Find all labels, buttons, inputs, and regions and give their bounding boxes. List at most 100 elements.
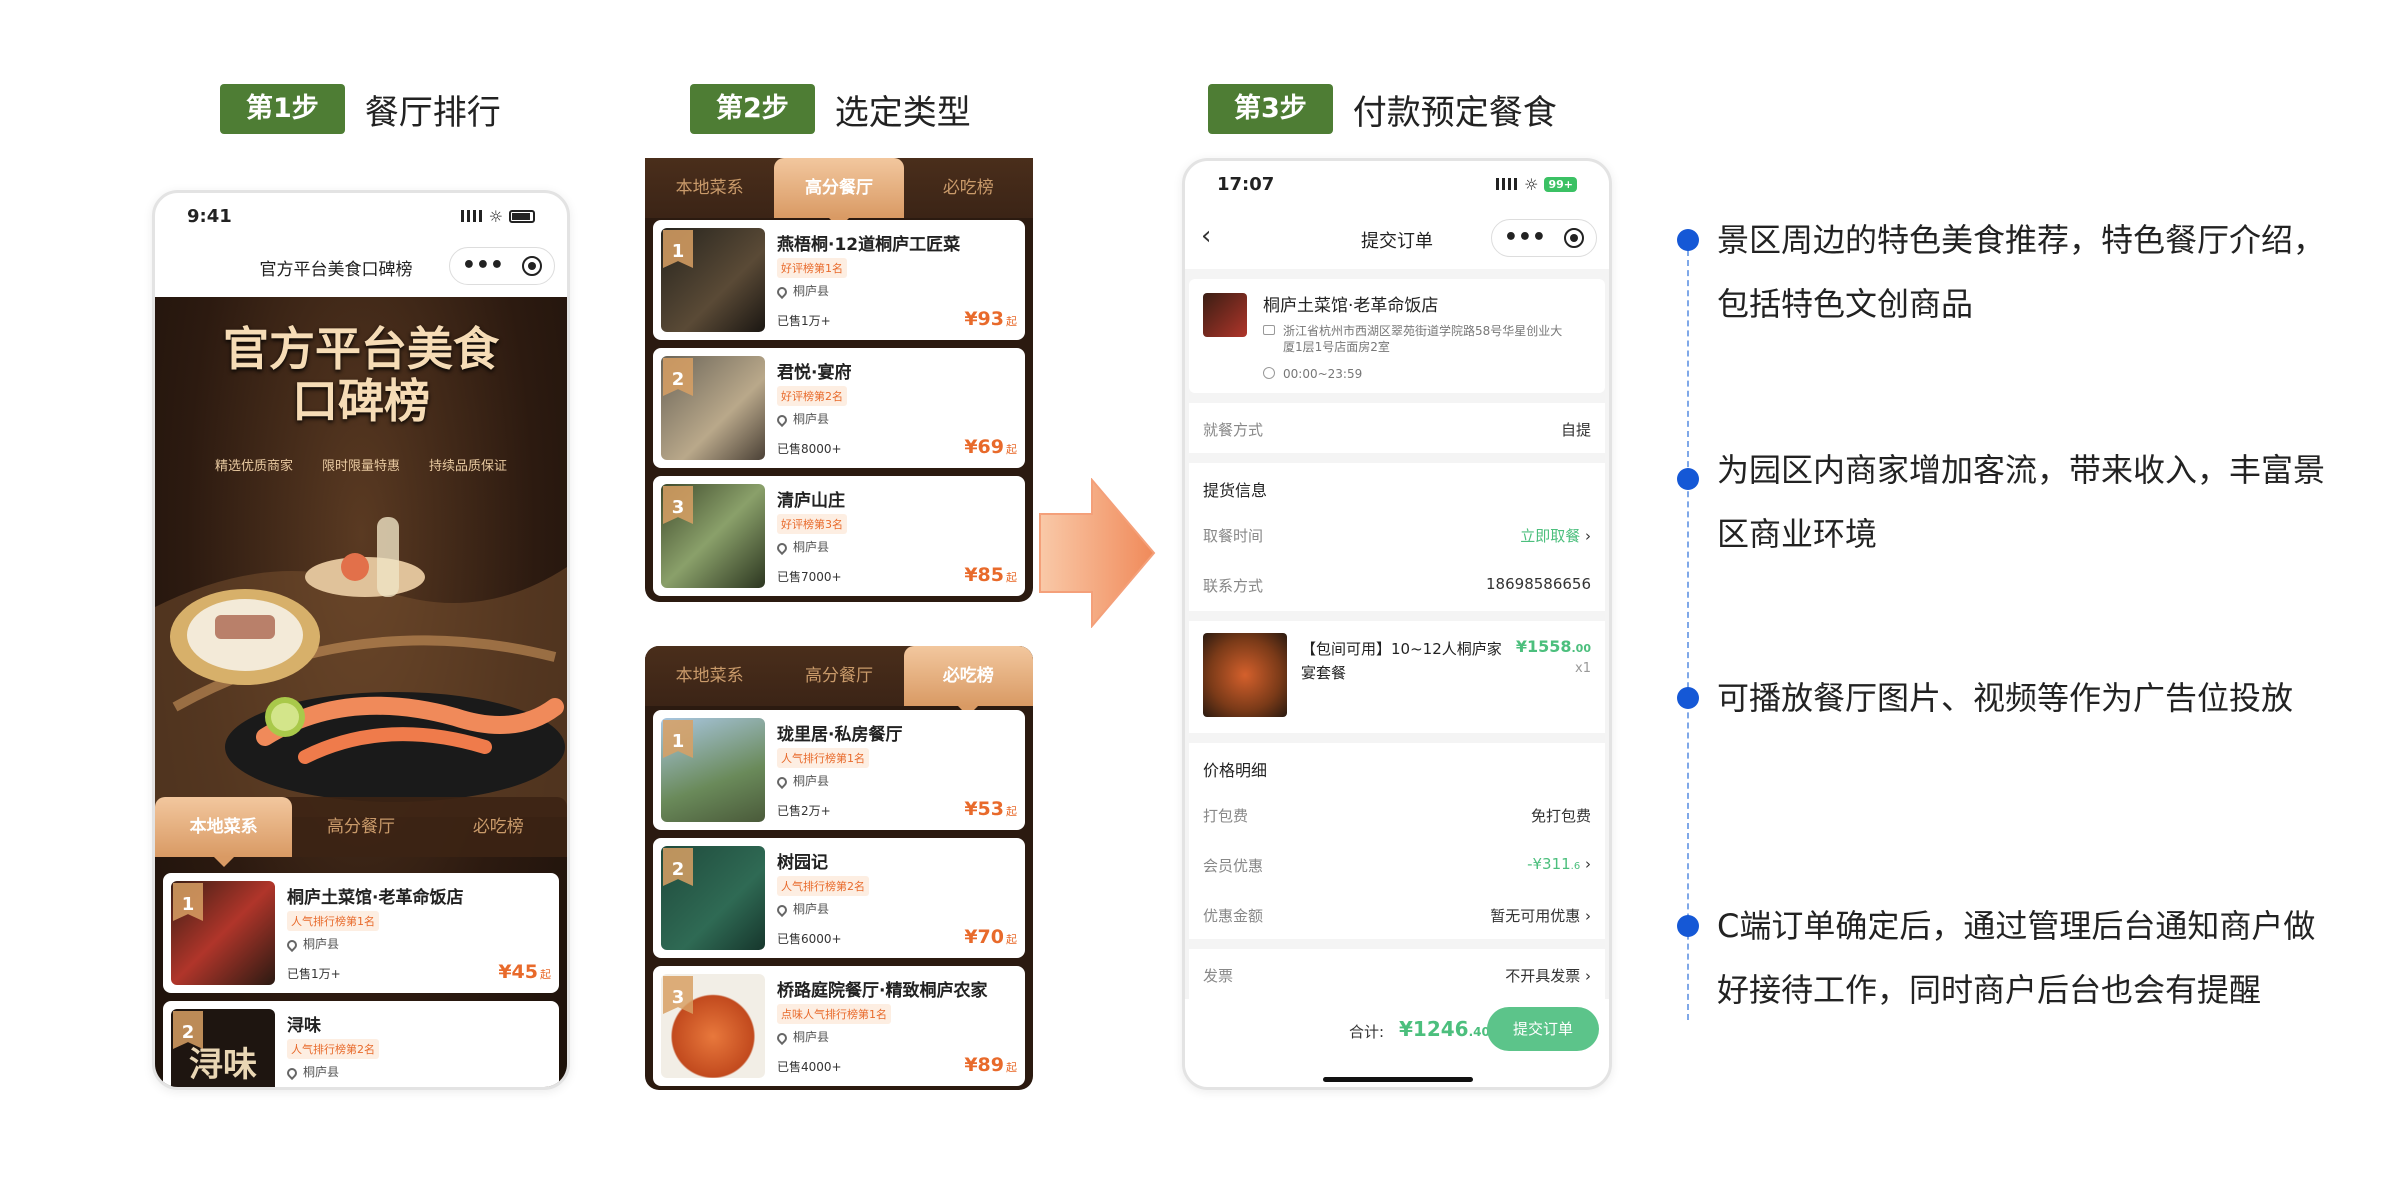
shop-card[interactable]: 桐庐土菜馆·老革命饭店 浙江省杭州市西湖区翠苑街道学院路58号华星创业大厦1层1… xyxy=(1189,279,1605,393)
more-icon[interactable]: ••• xyxy=(1504,227,1546,249)
list-item[interactable]: 2 君悦·宴府 好评榜第2名 桐庐县 已售8000+ ¥69 起 xyxy=(653,348,1025,468)
sold-count: 已售7000+ xyxy=(777,570,842,584)
feature-text-2: 为园区内商家增加客流，带来收入，丰富景区商业环境 xyxy=(1717,451,2326,553)
product-photo xyxy=(1203,633,1287,717)
hero-tags: 精选优质商家 限时限量特惠 持续品质保证 xyxy=(215,455,507,474)
restaurant-photo: 1 xyxy=(171,881,275,985)
dine-method-row[interactable]: 就餐方式 自提 xyxy=(1189,403,1605,453)
tab-must-eat[interactable]: 必吃榜 xyxy=(903,646,1033,716)
hero-tag: 持续品质保证 xyxy=(428,459,507,474)
location-pin-icon xyxy=(284,1065,300,1080)
tab-high-score[interactable]: 高分餐厅 xyxy=(774,158,904,228)
step-title: 付款预定餐食 xyxy=(1352,92,1557,133)
flow-arrow-icon xyxy=(1039,478,1156,628)
invoice-row[interactable]: 发票 不开具发票 › xyxy=(1189,949,1605,999)
status-time: 9:41 xyxy=(187,205,232,227)
location: 桐庐县 xyxy=(774,772,829,789)
shop-address: 浙江省杭州市西湖区翠苑街道学院路58号华星创业大厦1层1号店面房2室 xyxy=(1263,323,1573,355)
contact-value[interactable]: 18698586656 xyxy=(1486,575,1591,593)
nav-bar: 官方平台美食口碑榜 ••• xyxy=(155,239,567,297)
step-badge: 第3步 xyxy=(1208,84,1333,134)
wifi-icon: ☼ xyxy=(1524,174,1539,194)
bullet-dot xyxy=(1677,468,1699,490)
price-detail-section: 价格明细 打包费 免打包费 会员优惠 -¥311.6 › 优惠金额 暂无可用优惠… xyxy=(1189,743,1605,939)
dine-label: 就餐方式 xyxy=(1203,421,1264,439)
sold-count: 已售4000+ xyxy=(777,1060,842,1074)
restaurant-name: 桐庐土菜馆·老革命饭店 xyxy=(287,888,464,908)
contact-label: 联系方式 xyxy=(1203,577,1264,595)
list-item[interactable]: 3 清庐山庄 好评榜第3名 桐庐县 已售7000+ ¥85 起 xyxy=(653,476,1025,596)
close-target-icon[interactable] xyxy=(1564,228,1584,248)
list-item[interactable]: 2 树园记 人气排行榜第2名 桐庐县 已售6000+ ¥70 起 xyxy=(653,838,1025,958)
tab-local[interactable]: 本地菜系 xyxy=(155,797,293,867)
mini-program-capsule[interactable]: ••• xyxy=(1490,219,1597,257)
rank-tag: 人气排行榜第1名 xyxy=(287,911,379,931)
price: ¥89 起 xyxy=(964,1054,1017,1076)
coupon-label: 优惠金额 xyxy=(1203,907,1264,925)
product-row[interactable]: 【包间可用】10~12人桐庐家宴套餐 ¥1558.00 x1 xyxy=(1189,621,1605,733)
location: 桐庐县 xyxy=(774,538,829,555)
list-item[interactable]: 1 珑里居·私房餐厅 人气排行榜第1名 桐庐县 已售2万+ ¥53 起 xyxy=(653,710,1025,830)
more-icon[interactable]: ••• xyxy=(462,255,504,277)
list-item[interactable]: 浔味 2 浔味 人气排行榜第2名 桐庐县 xyxy=(163,1001,559,1087)
restaurant-name: 桥路庭院餐厅·精致桐庐农家 xyxy=(777,981,988,1001)
list-high-score: 本地菜系 高分餐厅 必吃榜 1 燕梧桐·12道桐庐工匠菜 好评榜第1名 桐庐县 … xyxy=(645,158,1033,602)
price: ¥69 起 xyxy=(964,436,1017,458)
chevron-right-icon: › xyxy=(1585,855,1591,873)
list-must-eat: 本地菜系 高分餐厅 必吃榜 1 珑里居·私房餐厅 人气排行榜第1名 桐庐县 已售… xyxy=(645,646,1033,1090)
tab-must-eat[interactable]: 必吃榜 xyxy=(430,797,567,857)
store-icon xyxy=(1263,325,1275,335)
list-item[interactable]: 1 桐庐土菜馆·老革命饭店 人气排行榜第1名 桐庐县 已售1万+ ¥45 起 xyxy=(163,873,559,993)
price: ¥93 起 xyxy=(964,308,1017,330)
coupon-value[interactable]: 暂无可用优惠 › xyxy=(1490,905,1591,926)
phone-ranking: 9:41 ☼ 官方平台美食口碑榜 ••• 官方平台美食 口碑榜 精选优质商家 限… xyxy=(152,190,570,1090)
signal-icon xyxy=(460,210,483,222)
submit-order-button[interactable]: 提交订单 xyxy=(1487,1007,1599,1051)
total-label: 合计: xyxy=(1349,1023,1385,1041)
pickup-time-value[interactable]: 立即取餐 › xyxy=(1520,525,1591,546)
pickup-title: 提货信息 xyxy=(1203,481,1268,500)
step-badge: 第1步 xyxy=(220,84,345,134)
restaurant-name: 浔味 xyxy=(287,1016,321,1036)
sold-count: 已售1万+ xyxy=(777,314,831,328)
location-pin-icon xyxy=(774,284,790,299)
rank-tag: 人气排行榜第2名 xyxy=(777,876,869,896)
price: ¥70 起 xyxy=(964,926,1017,948)
restaurant-name: 珑里居·私房餐厅 xyxy=(777,725,903,745)
member-value[interactable]: -¥311.6 › xyxy=(1527,855,1591,873)
rank-tag: 人气排行榜第2名 xyxy=(287,1039,379,1059)
total-value: ¥1246.40 xyxy=(1399,1017,1490,1041)
category-tabs: 本地菜系 高分餐厅 必吃榜 xyxy=(645,646,1033,716)
product-name: 【包间可用】10~12人桐庐家宴套餐 xyxy=(1301,640,1502,682)
clock-icon xyxy=(1263,367,1275,379)
list-item[interactable]: 1 燕梧桐·12道桐庐工匠菜 好评榜第1名 桐庐县 已售1万+ ¥93 起 xyxy=(653,220,1025,340)
signal-icon xyxy=(1496,178,1519,190)
bullet-dot xyxy=(1677,229,1699,251)
bullet-dot xyxy=(1677,915,1699,937)
location: 桐庐县 xyxy=(774,900,829,917)
feature-text-1: 景区周边的特色美食推荐，特色餐厅介绍，包括特色文创商品 xyxy=(1717,221,2326,323)
sold-count: 已售8000+ xyxy=(777,442,842,456)
restaurant-photo: 3 xyxy=(661,974,765,1078)
location: 桐庐县 xyxy=(774,410,829,427)
tab-must-eat[interactable]: 必吃榜 xyxy=(904,158,1033,218)
hero-tag: 精选优质商家 xyxy=(215,459,294,474)
invoice-value[interactable]: 不开具发票 › xyxy=(1505,965,1591,986)
tab-local[interactable]: 本地菜系 xyxy=(645,158,774,218)
close-target-icon[interactable] xyxy=(522,256,542,276)
tab-high-score[interactable]: 高分餐厅 xyxy=(292,797,429,857)
product-qty: x1 xyxy=(1575,661,1591,676)
timeline-line xyxy=(1687,250,1689,1020)
bullet-dot xyxy=(1677,687,1699,709)
location: 桐庐县 xyxy=(774,282,829,299)
tab-high-score[interactable]: 高分餐厅 xyxy=(774,646,903,706)
tab-local[interactable]: 本地菜系 xyxy=(645,646,774,706)
hero-tag: 限时限量特惠 xyxy=(321,459,400,474)
restaurant-name: 君悦·宴府 xyxy=(777,363,852,383)
list-item[interactable]: 3 桥路庭院餐厅·精致桐庐农家 点味人气排行榜第1名 桐庐县 已售4000+ ¥… xyxy=(653,966,1025,1086)
step-badge: 第2步 xyxy=(690,84,815,134)
mini-program-capsule[interactable]: ••• xyxy=(448,247,555,285)
feature-text-3: 可播放餐厅图片、视频等作为广告位投放 xyxy=(1717,679,2294,717)
location: 桐庐县 xyxy=(774,1028,829,1045)
sold-count: 已售2万+ xyxy=(777,804,831,818)
